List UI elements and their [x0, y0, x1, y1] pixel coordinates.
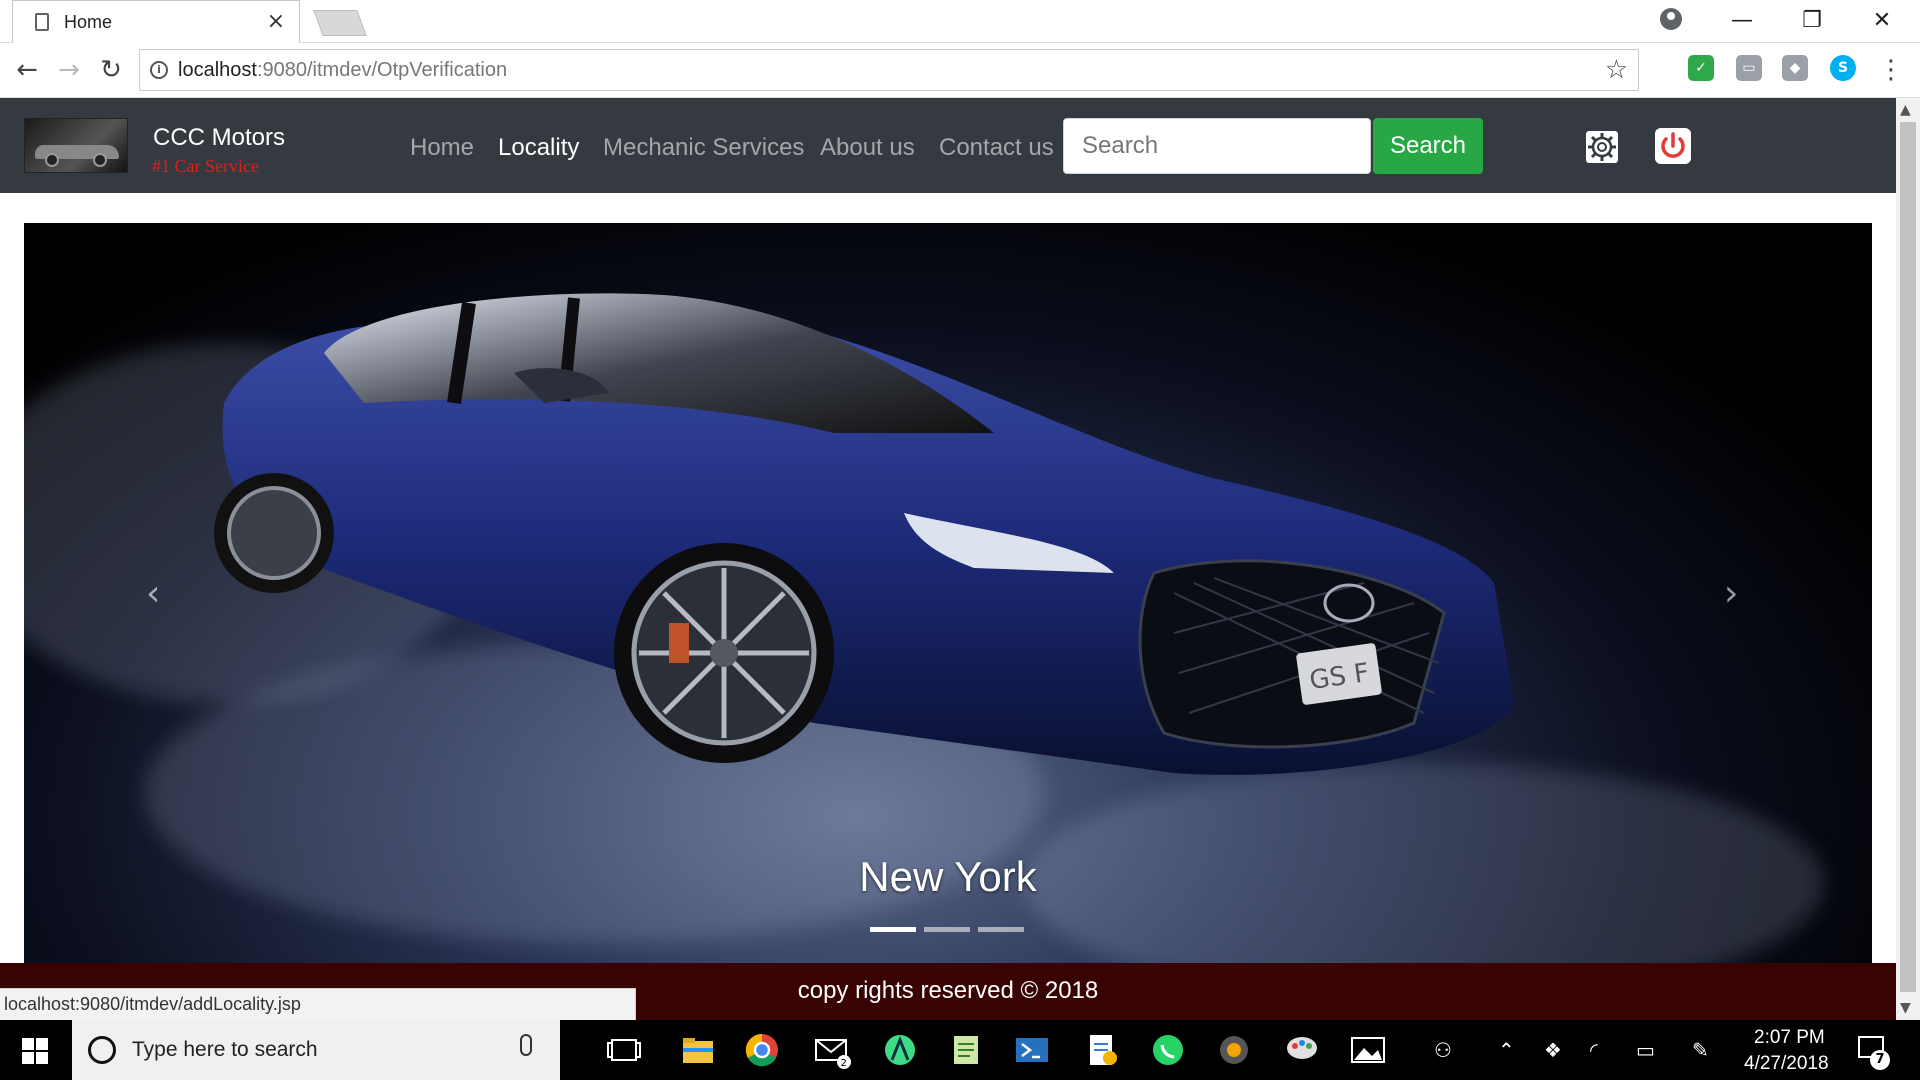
cortana-icon[interactable] [88, 1036, 116, 1064]
page-viewport: CCC Motors #1 Car Service Home Locality … [0, 98, 1896, 1020]
document-icon [35, 13, 49, 31]
reload-button[interactable]: ↻ [94, 53, 128, 87]
power-icon[interactable] [1655, 128, 1691, 164]
browser-tab-bar: Home × — ❐ ✕ [0, 0, 1920, 43]
task-view-icon[interactable] [604, 1030, 644, 1070]
paint-app-icon[interactable] [1282, 1030, 1322, 1070]
address-bar[interactable]: i localhost:9080/itmdev/OtpVerification … [139, 49, 1639, 91]
car-slide-image: GS F [214, 293, 1514, 775]
pen-workspace-icon[interactable]: ✎ [1692, 1038, 1709, 1062]
carousel-indicator[interactable] [924, 927, 970, 932]
new-tab-button[interactable] [313, 10, 367, 36]
brand-name[interactable]: CCC Motors [153, 124, 285, 152]
brand-tagline: #1 Car Service [152, 156, 259, 176]
browser-toolbar: ← → ↻ i localhost:9080/itmdev/OtpVerific… [0, 43, 1920, 98]
search-input[interactable] [1063, 118, 1371, 174]
scroll-up-arrow-icon[interactable]: ▲ [1900, 102, 1911, 118]
hero-carousel: GS F ‹ › New York [24, 223, 1872, 963]
dropbox-icon[interactable]: ❖ [1544, 1038, 1562, 1062]
search-button[interactable]: Search [1373, 118, 1483, 174]
nav-contact-us[interactable]: Contact us [939, 134, 1054, 162]
carousel-indicator[interactable] [870, 927, 916, 932]
carousel-indicator[interactable] [978, 927, 1024, 932]
whatsapp-icon[interactable] [1148, 1030, 1188, 1070]
taskbar-search-box[interactable]: Type here to search [72, 1020, 560, 1080]
photos-icon[interactable] [1348, 1030, 1388, 1070]
mail-icon[interactable]: 2 [812, 1030, 852, 1070]
clock-time[interactable]: 2:07 PM [1754, 1027, 1825, 1049]
logo-wheel [45, 153, 59, 167]
microphone-icon[interactable] [520, 1034, 532, 1056]
forward-button[interactable]: → [52, 53, 86, 87]
bookmark-star-icon[interactable]: ☆ [1605, 55, 1628, 85]
link-status-bubble: localhost:9080/itmdev/addLocality.jsp [0, 988, 636, 1020]
battery-icon[interactable]: ▭ [1636, 1038, 1655, 1062]
clock-date[interactable]: 4/27/2018 [1744, 1053, 1829, 1075]
info-icon[interactable]: i [150, 61, 168, 79]
site-navbar: CCC Motors #1 Car Service Home Locality … [0, 98, 1896, 193]
browser-tab-home[interactable]: Home × [12, 0, 300, 43]
gear-icon[interactable] [1585, 130, 1619, 164]
wifi-icon[interactable]: ◜ [1590, 1038, 1598, 1062]
file-explorer-icon[interactable] [678, 1030, 718, 1070]
minimize-window-button[interactable]: — [1720, 4, 1764, 38]
url-path: :9080/itmdev/OtpVerification [256, 59, 508, 81]
tab-title: Home [64, 12, 113, 32]
mail-badge: 2 [841, 1058, 847, 1069]
settings-app-icon[interactable] [1214, 1030, 1254, 1070]
brand-logo[interactable] [24, 118, 128, 173]
windows-start-icon[interactable] [22, 1038, 48, 1064]
carousel-next-button[interactable]: › [1724, 573, 1738, 614]
document-editor-icon[interactable] [1082, 1030, 1122, 1070]
taskbar-search-placeholder: Type here to search [132, 1038, 318, 1061]
profile-icon[interactable] [1660, 8, 1682, 30]
skype-extension-icon[interactable]: S [1830, 55, 1856, 81]
privacy-extension-icon[interactable]: ◆ [1782, 55, 1808, 81]
close-window-button[interactable]: ✕ [1860, 4, 1904, 38]
logo-wheel [93, 153, 107, 167]
nav-mechanic-services[interactable]: Mechanic Services [603, 134, 804, 162]
nav-locality[interactable]: Locality [498, 134, 579, 162]
powershell-icon[interactable] [1012, 1030, 1052, 1070]
close-tab-icon[interactable]: × [267, 9, 285, 34]
inbox-extension-icon[interactable]: ▭ [1736, 55, 1762, 81]
nav-home[interactable]: Home [410, 134, 474, 162]
browser-menu-icon[interactable]: ⋮ [1876, 53, 1906, 87]
people-icon[interactable]: ⚇ [1434, 1038, 1452, 1062]
scroll-down-arrow-icon[interactable]: ▼ [1900, 1000, 1911, 1016]
url-text: localhost:9080/itmdev/OtpVerification [178, 59, 507, 82]
page-scrollbar[interactable]: ▲ ▼ [1896, 98, 1920, 1020]
notification-count-badge: 7 [1870, 1050, 1890, 1070]
url-host: localhost [178, 59, 257, 81]
nav-about-us[interactable]: About us [820, 134, 915, 162]
notepad-plus-icon[interactable] [946, 1030, 986, 1070]
back-button[interactable]: ← [10, 53, 44, 87]
scroll-thumb[interactable] [1900, 122, 1916, 992]
shield-extension-icon[interactable]: ✓ [1688, 55, 1714, 81]
chrome-icon[interactable] [742, 1030, 782, 1070]
restore-window-button[interactable]: ❐ [1790, 4, 1834, 38]
windows-taskbar: Type here to search 2 ⚇ ⌃ ❖ ◜ ▭ ✎ 2:07 P… [0, 1020, 1920, 1080]
carousel-caption: New York [859, 853, 1037, 900]
show-hidden-icons-chevron-icon[interactable]: ⌃ [1498, 1038, 1515, 1062]
carousel-prev-button[interactable]: ‹ [146, 573, 160, 614]
android-studio-icon[interactable] [880, 1030, 920, 1070]
